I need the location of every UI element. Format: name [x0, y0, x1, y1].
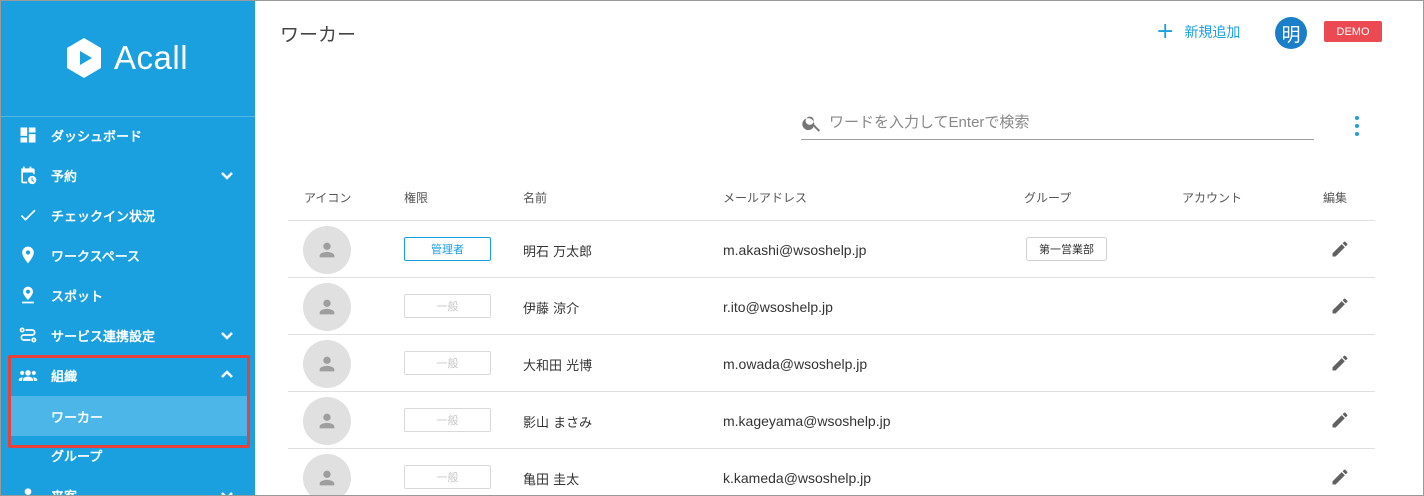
table-row[interactable]: 一般 大和田 光博 m.owada@wsoshelp.jp: [288, 335, 1375, 392]
add-new-button[interactable]: + 新規追加: [1156, 20, 1240, 44]
column-header-email[interactable]: メールアドレス: [723, 189, 807, 206]
role-badge: 管理者: [404, 237, 491, 261]
sidebar-item-workspace[interactable]: ワークスペース: [0, 235, 255, 275]
sidebar-item-spot[interactable]: スポット: [0, 275, 255, 315]
add-new-label: 新規追加: [1184, 25, 1241, 41]
table-row[interactable]: 一般 影山 まさみ m.kageyama@wsoshelp.jp: [288, 392, 1375, 449]
worker-email: m.owada@wsoshelp.jp: [723, 356, 868, 372]
worker-avatar: [303, 340, 351, 388]
column-header-group[interactable]: グループ: [1024, 189, 1071, 206]
worker-avatar: [303, 226, 351, 274]
column-header-account[interactable]: アカウント: [1182, 189, 1242, 206]
person-pin-icon: [17, 284, 39, 306]
search-input[interactable]: [829, 114, 1299, 131]
dashboard-icon: [17, 124, 39, 146]
chevron-down-icon[interactable]: [219, 487, 235, 496]
acall-logo-icon: [67, 38, 101, 78]
table-row[interactable]: 管理者 明石 万太郎 m.akashi@wsoshelp.jp 第一営業部: [288, 221, 1375, 278]
sidebar-item-label: チェックイン状況: [51, 209, 156, 225]
role-badge: 一般: [404, 294, 491, 318]
acall-logo[interactable]: Acall: [62, 36, 188, 80]
edit-pencil-icon[interactable]: [1330, 467, 1350, 487]
role-badge: 一般: [404, 408, 491, 432]
worker-avatar: [303, 397, 351, 445]
brand-name: Acall: [114, 39, 189, 76]
visitor-icon: [17, 484, 39, 496]
main-content: ワーカー + 新規追加 明 DEMO アイコン 権限 名前 メールアドレス グル…: [256, 0, 1424, 496]
sidebar-item-checkin[interactable]: チェックイン状況: [0, 195, 255, 235]
user-avatar[interactable]: 明: [1275, 17, 1307, 49]
integration-icon: [17, 324, 39, 346]
worker-email: k.kameda@wsoshelp.jp: [723, 470, 872, 486]
edit-pencil-icon[interactable]: [1330, 239, 1350, 259]
edit-pencil-icon[interactable]: [1330, 296, 1350, 316]
person-icon: [319, 356, 335, 372]
worker-name: 明石 万太郎: [523, 245, 593, 260]
worker-name: 亀田 圭太: [523, 473, 580, 488]
check-icon: [17, 204, 39, 226]
sidebar-item-integrations[interactable]: サービス連携設定: [0, 315, 255, 355]
sidebar-item-label: ワークスペース: [51, 249, 141, 265]
calendar-clock-icon: [17, 164, 39, 186]
sidebar-item-label: ダッシュボード: [51, 129, 143, 145]
column-header-icon[interactable]: アイコン: [304, 189, 351, 206]
sidebar-item-reservation[interactable]: 予約: [0, 155, 255, 195]
sidebar-item-label: 予約: [51, 169, 78, 185]
worker-name: 影山 まさみ: [523, 416, 593, 431]
worker-avatar: [303, 283, 351, 331]
chevron-down-icon[interactable]: [219, 327, 235, 343]
search-bar: [801, 106, 1314, 140]
person-icon: [319, 299, 335, 315]
edit-pencil-icon[interactable]: [1330, 410, 1350, 430]
sidebar-item-label: サービス連携設定: [51, 329, 156, 345]
more-options-icon[interactable]: [1351, 116, 1363, 136]
worker-name: 大和田 光博: [523, 359, 593, 374]
sidebar-item-label: グループ: [51, 449, 103, 465]
role-badge: 一般: [404, 465, 491, 489]
sidebar-item-dashboard[interactable]: ダッシュボード: [0, 115, 255, 155]
env-badge: DEMO: [1324, 21, 1382, 42]
annotation-highlight: [8, 355, 250, 448]
worker-name: 伊藤 涼介: [523, 302, 580, 317]
sidebar: Acall ダッシュボード 予約 チェックイン状況 ワークスペース スポット サ…: [0, 0, 255, 496]
worker-email: r.ito@wsoshelp.jp: [723, 299, 833, 315]
person-icon: [319, 413, 335, 429]
search-icon: [802, 116, 821, 132]
page-title: ワーカー: [280, 24, 357, 46]
worker-email: m.kageyama@wsoshelp.jp: [723, 413, 891, 429]
worker-email: m.akashi@wsoshelp.jp: [723, 242, 867, 258]
person-icon: [319, 470, 335, 486]
column-header-name[interactable]: 名前: [523, 189, 547, 206]
sidebar-item-label: スポット: [51, 289, 104, 305]
table-row[interactable]: 一般 伊藤 涼介 r.ito@wsoshelp.jp: [288, 278, 1375, 335]
worker-avatar: [303, 454, 351, 496]
table-row[interactable]: 一般 亀田 圭太 k.kameda@wsoshelp.jp: [288, 449, 1375, 496]
table-header: アイコン 権限 名前 メールアドレス グループ アカウント 編集: [288, 172, 1375, 221]
plus-icon: +: [1156, 19, 1175, 44]
sidebar-item-label: 来客: [51, 486, 77, 496]
workers-table: アイコン 権限 名前 メールアドレス グループ アカウント 編集 管理者 明石 …: [288, 172, 1375, 496]
sidebar-item-visitor[interactable]: 来客: [0, 475, 255, 496]
column-header-role[interactable]: 権限: [404, 189, 428, 206]
edit-pencil-icon[interactable]: [1330, 353, 1350, 373]
column-header-edit: 編集: [1323, 191, 1348, 205]
person-icon: [319, 242, 335, 258]
chevron-down-icon[interactable]: [219, 167, 235, 183]
group-chip: 第一営業部: [1026, 237, 1107, 261]
map-pin-icon: [17, 244, 39, 266]
role-badge: 一般: [404, 351, 491, 375]
